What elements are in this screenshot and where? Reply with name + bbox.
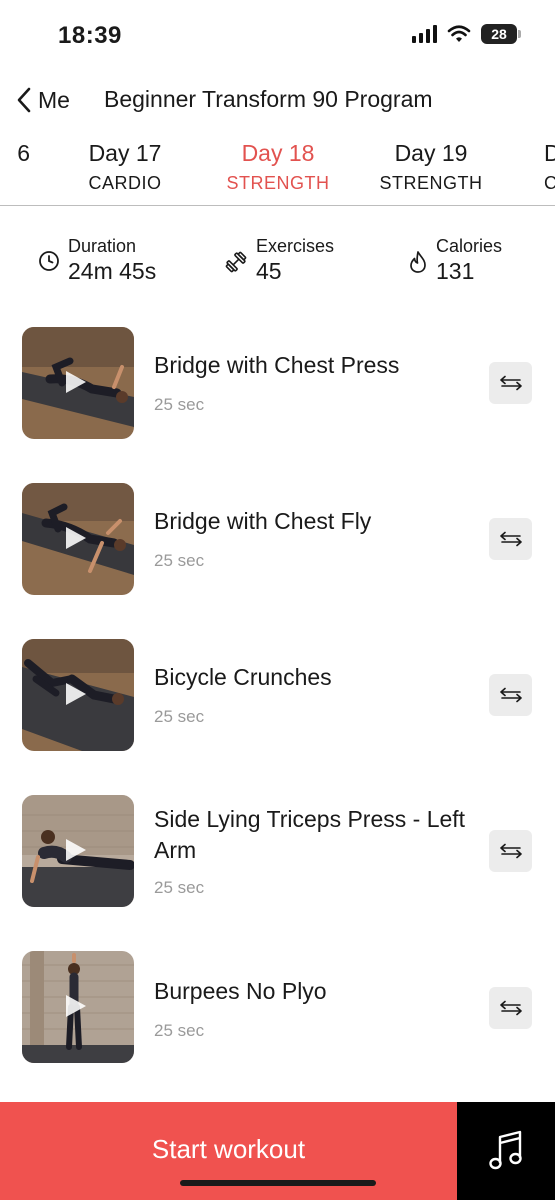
exercise-item[interactable]: Burpees No Plyo 25 sec (0, 950, 555, 1080)
exercise-item[interactable]: Bridge with Chest Fly 25 sec (0, 482, 555, 612)
exercise-item[interactable]: Bridge with Chest Press 25 sec (0, 326, 555, 456)
tab-day-17[interactable]: Day 17 CARDIO (55, 140, 195, 194)
play-icon (66, 839, 86, 861)
swap-exercise-button[interactable] (489, 362, 532, 404)
stat-duration: Duration 24m 45s (38, 236, 156, 285)
back-label: Me (38, 86, 70, 113)
swap-arrows-icon (499, 687, 522, 703)
play-icon (66, 683, 86, 705)
exercise-thumbnail[interactable] (22, 639, 134, 751)
play-icon (66, 995, 86, 1017)
battery-level: 28 (491, 26, 507, 42)
exercise-duration: 25 sec (154, 878, 205, 897)
exercise-item[interactable]: Side Lying Triceps Press - Left Arm 25 s… (0, 794, 555, 924)
exercise-duration: 25 sec (154, 707, 205, 726)
music-button[interactable] (457, 1102, 555, 1200)
status-bar: 18:39 28 (0, 0, 555, 72)
status-icons: 28 (412, 24, 521, 44)
tab-day-label: Day 18 (241, 140, 315, 166)
chevron-left-icon (17, 87, 31, 113)
play-icon (66, 371, 86, 393)
day-tabs: 6 TH Day 17 CARDIO Day 18 STRENGTH Day 1… (0, 132, 555, 206)
swap-exercise-button[interactable] (489, 830, 532, 872)
stat-label: Exercises (256, 236, 335, 256)
tab-day-19[interactable]: Day 19 STRENGTH (361, 140, 501, 194)
exercise-thumbnail[interactable] (22, 483, 134, 595)
swap-exercise-button[interactable] (489, 987, 532, 1029)
swap-exercise-button[interactable] (489, 518, 532, 560)
swap-arrows-icon (499, 375, 522, 391)
exercise-name: Bridge with Chest Fly (154, 508, 372, 534)
back-button[interactable]: Me (10, 80, 76, 120)
clock-icon (39, 251, 59, 271)
exercise-name: Burpees No Plyo (154, 978, 327, 1004)
workout-stats: Duration 24m 45s Exercises 45 Calories 1… (0, 226, 555, 296)
cellular-signal-icon (412, 25, 437, 43)
tab-type-label: CARDIO (88, 173, 162, 193)
nav-header: Me Beginner Transform 90 Program (0, 72, 555, 128)
swap-exercise-button[interactable] (489, 674, 532, 716)
wifi-icon (447, 25, 471, 42)
exercise-item[interactable]: Bicycle Crunches 25 sec (0, 638, 555, 768)
exercise-thumbnail[interactable] (22, 795, 134, 907)
tab-day-18[interactable]: Day 18 STRENGTH (208, 140, 348, 194)
stat-label: Duration (68, 236, 137, 256)
exercise-thumbnail[interactable] (22, 951, 134, 1063)
home-indicator (180, 1180, 376, 1186)
page-title: Beginner Transform 90 Program (104, 86, 433, 112)
swap-arrows-icon (499, 843, 522, 859)
tab-day-label: Day 17 (88, 140, 162, 166)
status-time: 18:39 (58, 22, 122, 49)
stat-label: Calories (436, 236, 503, 256)
exercise-name: Bicycle Crunches (154, 664, 332, 690)
swap-arrows-icon (499, 531, 522, 547)
exercise-duration: 25 sec (154, 551, 205, 570)
stat-value: 45 (256, 258, 282, 284)
exercise-duration: 25 sec (154, 395, 205, 414)
tab-day-label: Day 19 (394, 140, 468, 166)
exercise-duration: 25 sec (154, 1021, 205, 1040)
swap-arrows-icon (499, 1000, 522, 1016)
exercise-thumbnail[interactable] (22, 327, 134, 439)
stat-calories: Calories 131 (408, 236, 502, 285)
tab-day-label: D (544, 140, 555, 167)
tab-type-label: STRENGTH (226, 173, 330, 193)
tab-day-16[interactable]: 6 TH (0, 140, 30, 194)
exercise-name: Bridge with Chest Press (154, 352, 400, 378)
stat-value: 131 (436, 258, 475, 284)
stat-exercises: Exercises 45 (224, 236, 334, 285)
tab-type-label: TH (0, 173, 30, 194)
stat-value: 24m 45s (68, 258, 157, 284)
tab-day-20[interactable]: D C (544, 140, 555, 194)
dumbbell-icon (225, 251, 247, 273)
tab-day-label: 6 (17, 140, 30, 166)
battery-icon: 28 (481, 24, 521, 44)
flame-icon (410, 251, 426, 273)
play-icon (66, 527, 86, 549)
tab-type-label: STRENGTH (379, 173, 483, 193)
tab-type-label: C (544, 173, 555, 194)
music-note-icon (489, 1130, 522, 1170)
exercise-name: Side Lying Triceps Press - Left Arm (154, 806, 466, 863)
